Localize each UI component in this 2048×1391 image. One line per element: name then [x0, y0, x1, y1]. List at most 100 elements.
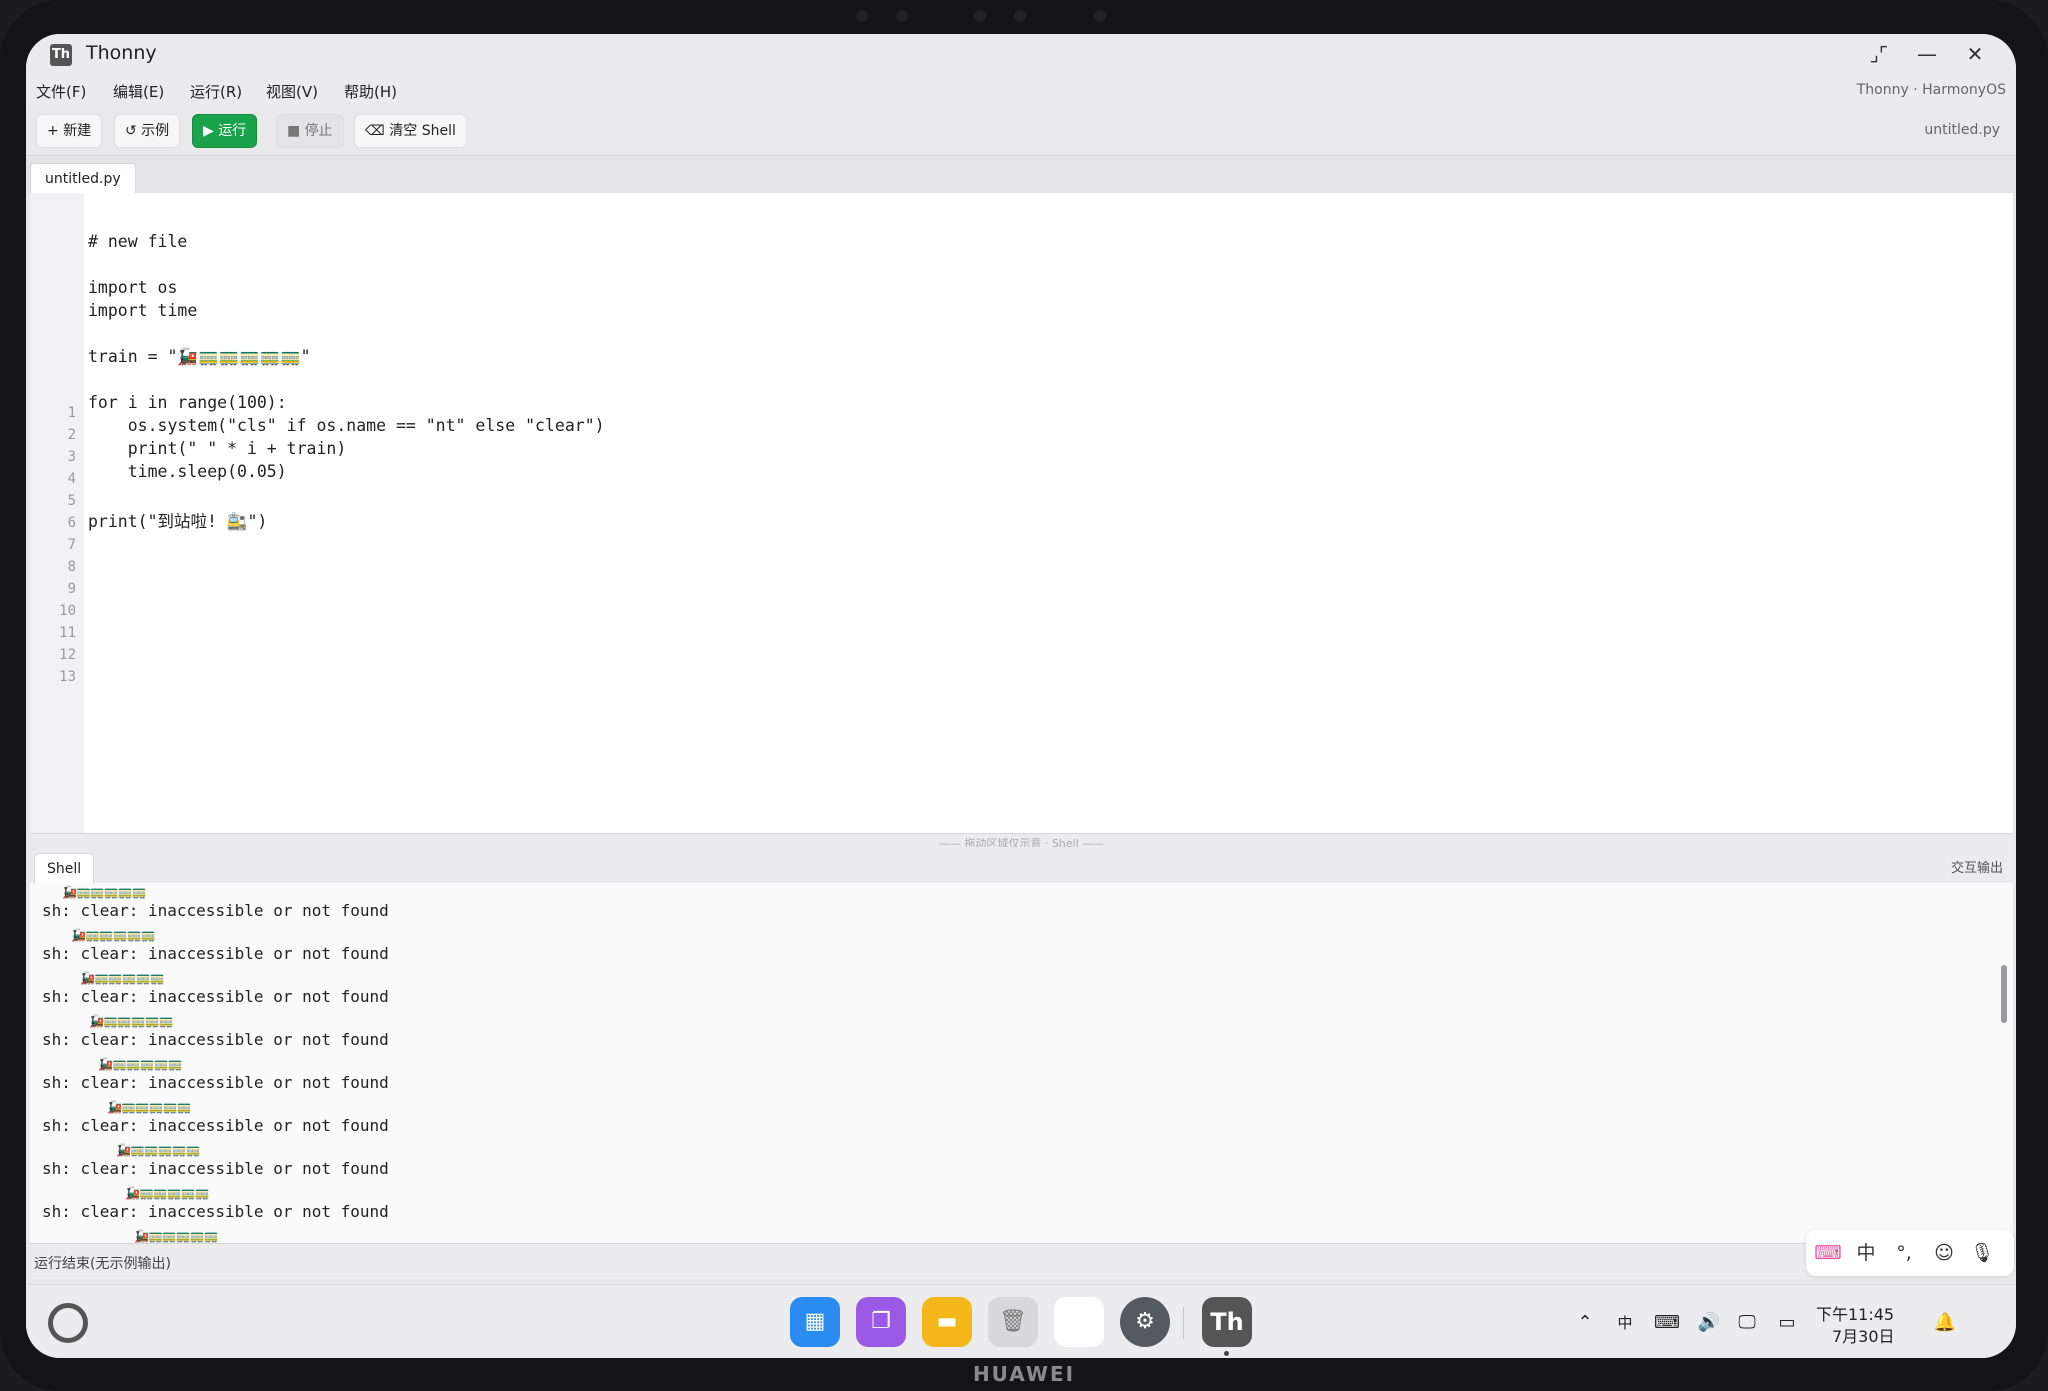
- shell-error-line: sh: clear: inaccessible or not found: [42, 1116, 389, 1135]
- tab-untitled[interactable]: untitled.py: [30, 163, 136, 193]
- line-number: 2: [67, 427, 76, 443]
- sensor-dot: [896, 10, 908, 22]
- shell-output-label: 交互输出: [1950, 861, 2003, 876]
- notification-bell-icon[interactable]: 🔔: [1930, 1309, 1960, 1337]
- tab-shell[interactable]: Shell: [34, 853, 95, 883]
- close-icon[interactable]: ✕: [1958, 40, 1992, 68]
- menu-help[interactable]: 帮助(H): [344, 81, 397, 102]
- volume-icon[interactable]: 🔊: [1694, 1309, 1724, 1337]
- screen: Th Thonny ⌟⌜ — ✕ 文件(F) 编辑(E) 运行(R) 视图(V)…: [26, 34, 2016, 1358]
- shell-train-line: 🚂🚃🚃🚃🚃🚃: [80, 971, 165, 985]
- code-line: import time: [88, 301, 198, 320]
- line-number: 3: [67, 449, 76, 465]
- line-number-gutter: 1 2 3 4 5 6 7 8 9 10 11 12 13: [30, 193, 84, 833]
- code-line: train = "🚂🚃🚃🚃🚃🚃": [88, 347, 311, 366]
- line-number: 12: [59, 647, 76, 663]
- code-line: time.sleep(0.05): [88, 462, 287, 481]
- code-line: print(" " * i + train): [88, 439, 347, 458]
- code-editor[interactable]: 1 2 3 4 5 6 7 8 9 10 11 12 13 # new file…: [30, 193, 2013, 833]
- tray-input-language[interactable]: 中: [1610, 1309, 1640, 1337]
- menu-bar: 文件(F) 编辑(E) 运行(R) 视图(V) 帮助(H) Thonny · H…: [26, 74, 2016, 106]
- settings-gear-icon[interactable]: ⚙: [1120, 1297, 1170, 1347]
- menu-edit[interactable]: 编辑(E): [113, 81, 164, 102]
- menu-view[interactable]: 视图(V): [266, 81, 318, 102]
- status-text: 运行结束(无示例输出): [34, 1256, 171, 1272]
- code-line: os.system("cls" if os.name == "nt" else …: [88, 416, 605, 435]
- code-line: # new file: [88, 232, 188, 251]
- app-grid-icon[interactable]: ▦: [790, 1297, 840, 1347]
- device-connect-icon[interactable]: 🖵: [1732, 1309, 1762, 1337]
- shell-error-line: sh: clear: inaccessible or not found: [42, 944, 389, 963]
- trash-icon[interactable]: 🗑: [988, 1297, 1038, 1347]
- example-button[interactable]: ↺ 示例: [114, 114, 181, 148]
- ime-toolbar: ⌨ 中 °, ☺ 🎙: [1806, 1230, 2014, 1276]
- editor-tabs: untitled.py: [26, 157, 2016, 193]
- shell-error-line: sh: clear: inaccessible or not found: [42, 987, 389, 1006]
- shell-output[interactable]: 🚂🚃🚃🚃🚃🚃 sh: clear: inaccessible or not fou…: [30, 883, 2013, 1279]
- window-title: Thonny: [86, 42, 157, 64]
- keyboard-icon[interactable]: ⌨: [1652, 1309, 1682, 1337]
- title-bar: Th Thonny ⌟⌜ — ✕: [26, 34, 2016, 74]
- clear-shell-button[interactable]: ⌫ 清空 Shell: [354, 114, 467, 148]
- taskbar: ▦ ❐ ▬ 🗑 ✿ ⚙ Th ⌃ 中 ⌨ 🔊 🖵 ▭ 下午11:45 7月30日…: [26, 1284, 2016, 1358]
- shell-error-line: sh: clear: inaccessible or not found: [42, 1030, 389, 1049]
- stop-button[interactable]: ■ 停止: [276, 114, 344, 148]
- microphone-icon[interactable]: 🎙: [1968, 1240, 1996, 1266]
- chevron-up-icon[interactable]: ⌃: [1570, 1309, 1600, 1337]
- running-indicator: [1224, 1351, 1229, 1356]
- line-number: 11: [59, 625, 76, 641]
- shell-train-line: 🚂🚃🚃🚃🚃🚃: [71, 928, 156, 942]
- shell-scrollbar[interactable]: [2001, 965, 2007, 1023]
- current-filename: untitled.py: [1924, 122, 2000, 138]
- home-circle-icon[interactable]: [48, 1303, 88, 1343]
- thonny-logo-icon: Th: [50, 44, 72, 66]
- clock-date[interactable]: 7月30日: [1832, 1323, 1895, 1347]
- new-button[interactable]: + 新建: [36, 114, 103, 148]
- ime-chinese-toggle[interactable]: 中: [1852, 1240, 1880, 1266]
- shell-error-line: sh: clear: inaccessible or not found: [42, 901, 389, 920]
- toolbar: + 新建 ↺ 示例 ▶ 运行 ■ 停止 ⌫ 清空 Shell untitled.…: [26, 106, 2016, 156]
- line-number: 10: [59, 603, 76, 619]
- multitask-icon[interactable]: ❐: [856, 1297, 906, 1347]
- line-number: 13: [59, 669, 76, 685]
- dock-separator: [1183, 1307, 1184, 1339]
- clock-time[interactable]: 下午11:45: [1816, 1301, 1894, 1325]
- line-number: 5: [67, 493, 76, 509]
- shell-train-line: 🚂🚃🚃🚃🚃🚃: [134, 1229, 219, 1243]
- shell-error-line: sh: clear: inaccessible or not found: [42, 1159, 389, 1178]
- camera-dot: [1014, 10, 1026, 22]
- run-button[interactable]: ▶ 运行: [192, 114, 258, 148]
- shell-train-line: 🚂🚃🚃🚃🚃🚃: [62, 885, 147, 899]
- code-line: for i in range(100):: [88, 393, 287, 412]
- shell-error-line: sh: clear: inaccessible or not found: [42, 1073, 389, 1092]
- ime-punctuation-toggle[interactable]: °,: [1890, 1240, 1918, 1266]
- keyboard-switch-icon[interactable]: ⌨: [1814, 1240, 1842, 1266]
- sensor-dot: [856, 10, 868, 22]
- gallery-icon[interactable]: ✿: [1054, 1297, 1104, 1347]
- device-brand: HUAWEI: [972, 1362, 1076, 1386]
- platform-info: Thonny · HarmonyOS: [1856, 82, 2006, 98]
- code-line: print("到站啦! 🚉"): [88, 512, 268, 531]
- emoji-icon[interactable]: ☺: [1930, 1240, 1958, 1266]
- shell-train-line: 🚂🚃🚃🚃🚃🚃: [89, 1014, 174, 1028]
- shell-train-line: 🚂🚃🚃🚃🚃🚃: [116, 1143, 201, 1157]
- sensor-dot: [1094, 10, 1106, 22]
- status-bar: 运行结束(无示例输出): [30, 1243, 2013, 1279]
- line-number: 9: [67, 581, 76, 597]
- sensor-dot: [974, 10, 986, 22]
- shell-error-line: sh: clear: inaccessible or not found: [42, 1202, 389, 1221]
- line-number: 6: [67, 515, 76, 531]
- files-icon[interactable]: ▬: [922, 1297, 972, 1347]
- pane-splitter[interactable]: —— 拖动区域仅示意 · Shell ——: [30, 833, 2013, 850]
- menu-file[interactable]: 文件(F): [36, 81, 86, 102]
- code-line: import os: [88, 278, 178, 297]
- battery-icon[interactable]: ▭: [1772, 1309, 1802, 1337]
- shell-train-line: 🚂🚃🚃🚃🚃🚃: [107, 1100, 192, 1114]
- menu-run[interactable]: 运行(R): [190, 81, 242, 102]
- line-number: 7: [67, 537, 76, 553]
- restore-icon[interactable]: ⌟⌜: [1862, 40, 1896, 68]
- thonny-app-icon[interactable]: Th: [1202, 1297, 1252, 1347]
- minimize-icon[interactable]: —: [1910, 40, 1944, 68]
- shell-tabs: Shell 交互输出: [30, 847, 2013, 883]
- line-number: 8: [67, 559, 76, 575]
